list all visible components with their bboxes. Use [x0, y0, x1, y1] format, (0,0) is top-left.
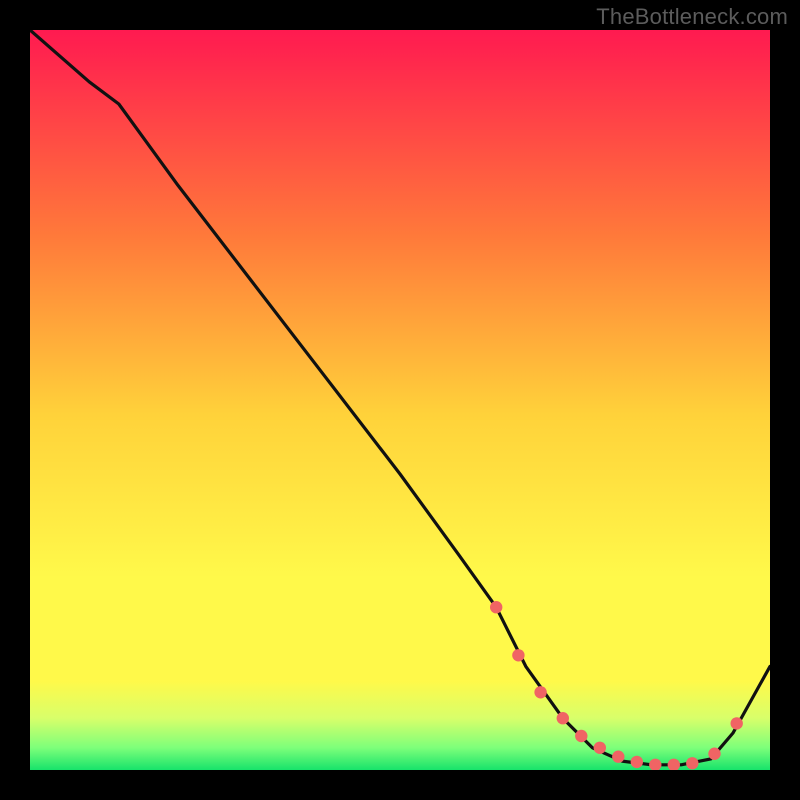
bottleneck-curve — [30, 30, 770, 765]
marker-dot — [668, 759, 680, 770]
marker-dot — [557, 712, 569, 724]
marker-dot — [512, 649, 524, 661]
marker-dot — [534, 686, 546, 698]
marker-dot — [575, 730, 587, 742]
marker-dot — [631, 756, 643, 768]
watermark-text: TheBottleneck.com — [596, 4, 788, 30]
curve-markers — [490, 601, 743, 770]
marker-dot — [731, 717, 743, 729]
marker-dot — [490, 601, 502, 613]
marker-dot — [649, 759, 661, 770]
plot-area — [30, 30, 770, 770]
marker-dot — [686, 757, 698, 769]
marker-dot — [708, 748, 720, 760]
curve-layer — [30, 30, 770, 770]
marker-dot — [612, 751, 624, 763]
chart-frame: TheBottleneck.com — [0, 0, 800, 800]
marker-dot — [594, 742, 606, 754]
